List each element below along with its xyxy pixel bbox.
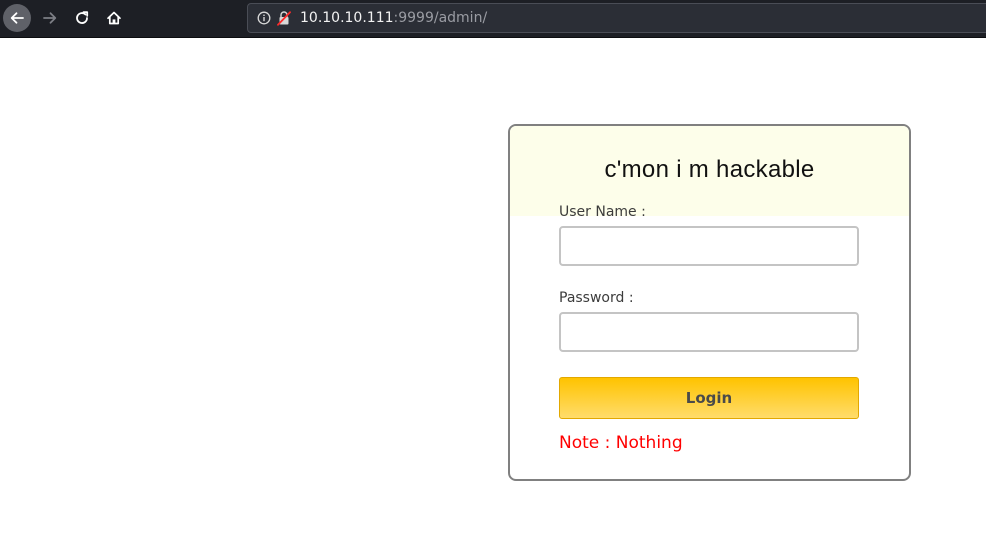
info-icon[interactable] [257, 11, 271, 25]
insecure-lock-icon[interactable] [277, 10, 291, 26]
login-title: c'mon i m hackable [604, 156, 815, 183]
arrow-right-icon [43, 12, 57, 24]
password-input[interactable] [559, 312, 859, 352]
login-button[interactable]: Login [559, 377, 859, 419]
back-button[interactable] [3, 4, 31, 32]
reload-button[interactable] [68, 4, 96, 32]
url-path: :9999/admin/ [393, 10, 488, 26]
password-label: Password : [559, 290, 634, 306]
browser-toolbar: 10.10.10.111:9999/admin/ [0, 0, 986, 38]
note-text: Note : Nothing [559, 433, 683, 453]
home-button[interactable] [100, 4, 128, 32]
arrow-left-icon [10, 12, 24, 24]
address-bar[interactable]: 10.10.10.111:9999/admin/ [247, 3, 986, 33]
login-card: c'mon i m hackable User Name : Password … [508, 124, 911, 481]
url-host: 10.10.10.111 [300, 10, 394, 26]
url-text[interactable]: 10.10.10.111:9999/admin/ [300, 9, 487, 27]
reload-icon [76, 11, 89, 24]
forward-button[interactable] [36, 4, 64, 32]
username-label: User Name : [559, 204, 646, 220]
home-icon [107, 11, 121, 25]
username-input[interactable] [559, 226, 859, 266]
